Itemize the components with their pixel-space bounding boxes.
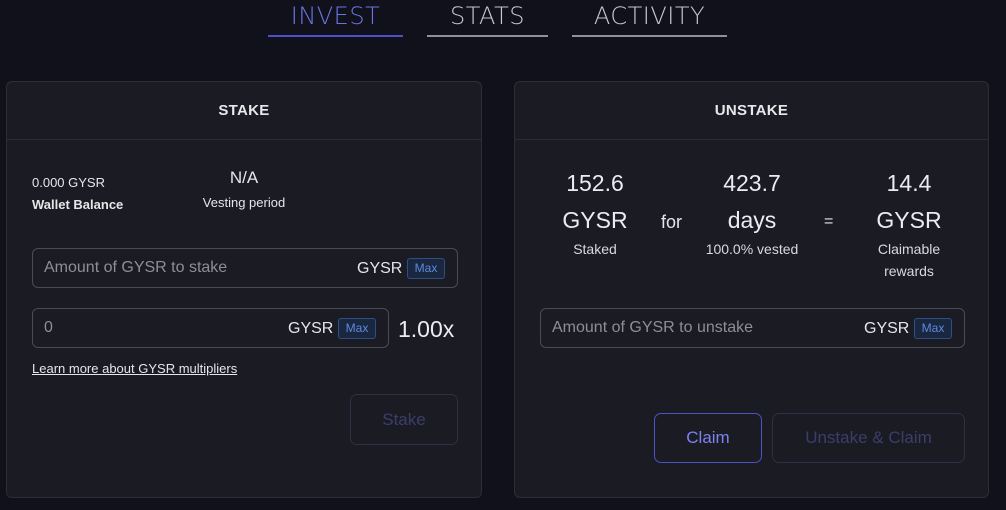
vesting-period-label: Vesting period — [202, 195, 286, 210]
stake-button[interactable]: Stake — [350, 394, 458, 445]
for-text: for — [661, 212, 683, 232]
learn-more-link[interactable]: Learn more about GYSR multipliers — [32, 361, 237, 376]
tab-activity-label: ACTIVITY — [593, 2, 706, 30]
stake-max-button[interactable]: Max — [407, 258, 445, 279]
tab-activity[interactable]: ACTIVITY — [572, 0, 727, 37]
tab-invest[interactable]: INVEST — [268, 0, 403, 37]
stake-amount-field: GYSR Max — [32, 248, 458, 288]
staked-unit: GYSR — [562, 207, 628, 233]
rewards-label-line2: rewards — [884, 263, 934, 279]
vested-label: 100.0% vested — [705, 241, 799, 257]
stake-card-title: STAKE — [7, 82, 481, 140]
staked-label: Staked — [573, 241, 617, 257]
days-unit: days — [727, 207, 777, 233]
tab-invest-label: INVEST — [290, 2, 381, 30]
stake-amount-unit: GYSR — [357, 260, 403, 277]
multiplier-max-button[interactable]: Max — [338, 318, 376, 339]
unstake-card-title: UNSTAKE — [515, 82, 988, 140]
unstake-max-button[interactable]: Max — [914, 318, 952, 339]
claim-button[interactable]: Claim — [654, 413, 762, 463]
unstake-claim-button[interactable]: Unstake & Claim — [772, 413, 965, 463]
unstake-card: UNSTAKE 152.6 GYSR Staked for 423.7 days… — [514, 81, 989, 498]
multiplier-unit: GYSR — [288, 320, 334, 337]
tab-stats[interactable]: STATS — [427, 0, 548, 37]
vesting-period-value: N/A — [229, 168, 259, 187]
unstake-amount-unit: GYSR — [864, 320, 910, 337]
stake-card: STAKE 0.000 GYSR Wallet Balance N/A Vest… — [6, 81, 482, 498]
unstake-amount-field: GYSR Max — [540, 308, 965, 348]
multiplier-input[interactable] — [44, 309, 264, 347]
multiplier-field: GYSR Max — [32, 308, 389, 348]
wallet-balance-amount: 0.000 GYSR — [32, 175, 105, 190]
rewards-label-line1: Claimable — [877, 241, 941, 257]
equals-sign: = — [824, 213, 834, 230]
rewards-unit: GYSR — [876, 207, 942, 233]
multiplier-value: 1.00x — [398, 316, 455, 342]
unstake-amount-input[interactable] — [552, 309, 832, 347]
wallet-balance-label: Wallet Balance — [32, 197, 124, 212]
tab-invest-underline — [268, 35, 403, 37]
main-tabs: INVEST STATS ACTIVITY — [0, 0, 1006, 40]
tab-stats-label: STATS — [450, 2, 525, 30]
staked-amount: 152.6 — [566, 170, 624, 196]
days-amount: 423.7 — [723, 170, 781, 196]
tab-stats-underline — [427, 35, 548, 37]
stake-amount-input[interactable] — [44, 249, 324, 287]
tab-activity-underline — [572, 35, 727, 37]
rewards-amount: 14.4 — [886, 170, 932, 196]
